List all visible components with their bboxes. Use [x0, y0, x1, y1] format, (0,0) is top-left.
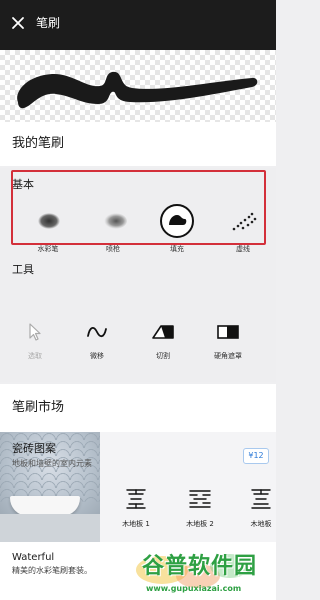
- tools-heading: 工具: [12, 263, 34, 276]
- fill-icon: [160, 204, 194, 238]
- hard-mask-icon: [217, 325, 239, 339]
- tool-label: 切割: [156, 352, 170, 360]
- airbrush-icon: [103, 213, 127, 229]
- pattern-label: 木地板 1: [122, 520, 150, 528]
- brush-stroke-preview-icon: [17, 71, 258, 109]
- basin-shape: [10, 496, 80, 516]
- watermark-url: www.gupuxiazai.com: [146, 584, 242, 593]
- watermark-text: 谷普软件园: [142, 554, 258, 579]
- pattern-label: 木地板 2: [186, 520, 214, 528]
- pattern-item[interactable]: 木地板 2: [175, 484, 225, 540]
- my-brushes-heading: 我的笔刷: [12, 136, 65, 151]
- cursor-icon: [29, 323, 41, 341]
- tool-select[interactable]: 选取: [10, 320, 60, 370]
- wood-floor-pattern-icon: [189, 490, 211, 508]
- pattern-item[interactable]: 木地板: [236, 484, 276, 540]
- cut-icon: [152, 325, 174, 339]
- card-subtitle: 地板和墙壁的室内元素: [12, 459, 92, 468]
- pattern-item[interactable]: 木地板 1: [111, 484, 161, 540]
- watercolor-brush-icon: [38, 213, 60, 229]
- my-brushes-section: 我的笔刷: [0, 122, 276, 166]
- brush-label: 水彩笔: [37, 245, 59, 253]
- tool-nudge[interactable]: 微移: [72, 320, 122, 370]
- card-title: 瓷砖图案: [12, 442, 56, 455]
- brush-market-section: 笔刷市场: [0, 384, 276, 432]
- tool-hard-mask[interactable]: 硬角遮罩: [203, 320, 253, 370]
- nudge-wave-icon: [87, 327, 107, 338]
- card-title: Waterful: [12, 552, 55, 563]
- brush-label: 喷枪: [106, 245, 120, 253]
- pattern-label: 木地板: [250, 520, 272, 528]
- price-button[interactable]: ¥12: [243, 448, 269, 464]
- brush-market-heading: 笔刷市场: [12, 400, 65, 415]
- wood-floor-pattern-icon: [126, 489, 146, 509]
- page-title: 笔刷: [36, 16, 61, 30]
- tile-pattern-card[interactable]: 瓷砖图案 地板和墙壁的室内元素 ¥12 木地板 1 木地板 2 木地板: [0, 432, 276, 542]
- tool-label: 微移: [90, 352, 104, 360]
- watermark: 谷普软件园 www.gupuxiazai.com: [130, 552, 276, 600]
- wood-floor-pattern-icon: [251, 489, 271, 509]
- counter-shape: [0, 514, 100, 542]
- tool-label: 选取: [28, 352, 42, 360]
- brush-preview: [0, 50, 276, 122]
- card-subtitle: 精美的水彩笔刷套装。: [12, 566, 92, 575]
- tool-cut[interactable]: 切割: [138, 320, 188, 370]
- brush-label: 虚线: [236, 245, 250, 253]
- tool-label: 硬角遮罩: [214, 352, 242, 360]
- close-icon[interactable]: [9, 14, 27, 32]
- top-bar: 笔刷: [0, 0, 276, 50]
- brush-label: 填充: [170, 245, 184, 253]
- dotted-line-icon: [232, 212, 257, 231]
